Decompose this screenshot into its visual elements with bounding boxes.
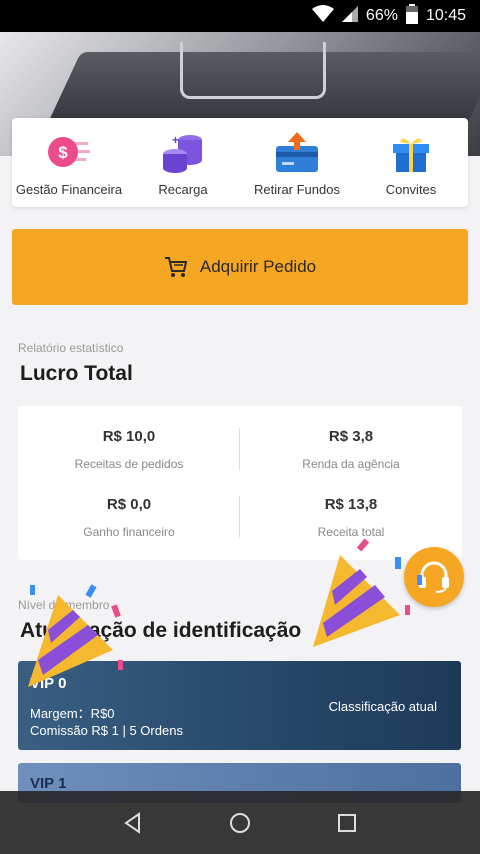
quick-action-label: Convites bbox=[385, 182, 437, 197]
stat-order-revenue: R$ 10,0 Receitas de pedidos bbox=[18, 428, 240, 471]
current-rank-label: Classificação atual bbox=[328, 699, 437, 714]
stat-label: Ganho financeiro bbox=[83, 525, 175, 539]
stat-value: R$ 0,0 bbox=[106, 496, 152, 513]
home-icon[interactable] bbox=[229, 812, 251, 834]
signal-icon bbox=[341, 5, 358, 27]
coins-icon: + bbox=[163, 133, 202, 173]
stat-agency-income: R$ 3,8 Renda da agência bbox=[240, 428, 462, 471]
stat-value: R$ 3,8 bbox=[328, 428, 374, 445]
svg-text:+: + bbox=[172, 133, 179, 147]
vip-name: VIP 1 bbox=[30, 775, 67, 792]
svg-text:$: $ bbox=[58, 143, 68, 162]
back-icon[interactable] bbox=[122, 811, 144, 834]
quick-action-invites[interactable]: Convites bbox=[354, 118, 468, 207]
money-icon: $ bbox=[48, 137, 90, 167]
quick-actions: $ Gestão Financeira + Recarga Retirar Fu… bbox=[12, 118, 468, 207]
party-popper-icon bbox=[313, 538, 422, 647]
stat-financial-gain: R$ 0,0 Ganho financeiro bbox=[18, 496, 240, 539]
withdraw-card-icon bbox=[276, 132, 318, 172]
battery-icon bbox=[405, 3, 418, 29]
vip-commission: Comissão R$ 1 | 5 Ordens bbox=[30, 723, 183, 738]
stats-title: Lucro Total bbox=[20, 362, 133, 385]
stat-total-revenue: R$ 13,8 Receita total bbox=[240, 496, 462, 539]
quick-action-financial[interactable]: $ Gestão Financeira bbox=[12, 118, 126, 207]
stats-subtitle: Relatório estatístico bbox=[18, 341, 124, 355]
quick-action-recharge[interactable]: + Recarga bbox=[126, 118, 240, 207]
stat-label: Receitas de pedidos bbox=[74, 457, 184, 471]
party-popper-icon bbox=[28, 584, 123, 687]
stat-label: Renda da agência bbox=[302, 457, 400, 471]
stat-value: R$ 13,8 bbox=[324, 496, 378, 513]
divider bbox=[239, 496, 240, 538]
clock: 10:45 bbox=[425, 7, 466, 24]
quick-action-label: Gestão Financeira bbox=[15, 182, 123, 197]
quick-action-label: Retirar Fundos bbox=[254, 182, 340, 197]
acquire-order-label: Adquirir Pedido bbox=[199, 257, 317, 276]
wifi-icon bbox=[311, 4, 334, 28]
divider bbox=[239, 428, 240, 470]
acquire-order-button[interactable]: Adquirir Pedido bbox=[12, 229, 468, 305]
recents-icon[interactable] bbox=[336, 812, 358, 834]
gift-icon bbox=[393, 138, 429, 172]
vip-margin: Margem：R$0 bbox=[30, 706, 115, 721]
quick-action-withdraw[interactable]: Retirar Fundos bbox=[240, 118, 354, 207]
stat-value: R$ 10,0 bbox=[102, 428, 156, 445]
battery-level: 66% bbox=[365, 7, 398, 24]
system-nav-bar bbox=[0, 791, 480, 854]
quick-action-label: Recarga bbox=[158, 182, 208, 197]
cart-icon bbox=[164, 257, 188, 277]
status-bar: 66% 10:45 bbox=[0, 0, 480, 32]
shopping-cart-image bbox=[180, 42, 326, 99]
